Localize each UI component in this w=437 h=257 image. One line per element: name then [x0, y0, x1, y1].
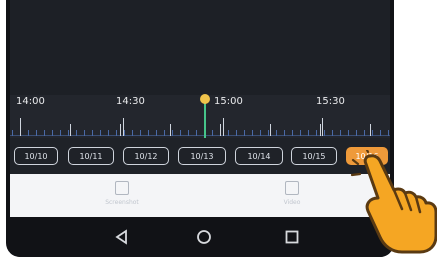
- ruler-baseline: [10, 135, 390, 136]
- bottom-toolbar: Screenshot Video: [10, 174, 390, 217]
- ruler-tick: [196, 130, 197, 136]
- ruler-tick: [276, 130, 277, 136]
- system-navigation-bar: [10, 217, 390, 257]
- ruler-half-tick: [120, 124, 121, 136]
- ruler-tick: [132, 130, 133, 136]
- ruler-tick: [380, 130, 381, 136]
- ruler-tick: [100, 130, 101, 136]
- timeline-label: 14:00: [16, 96, 45, 107]
- date-chip[interactable]: 10/11: [68, 147, 114, 165]
- timeline-ruler[interactable]: [10, 112, 390, 138]
- ruler-tick: [180, 130, 181, 136]
- ruler-tick: [52, 130, 53, 136]
- ruler-tick: [212, 130, 213, 136]
- ruler-tick: [172, 130, 173, 136]
- ruler-tick: [308, 130, 309, 136]
- ruler-tick: [340, 130, 341, 136]
- ruler-tick: [348, 130, 349, 136]
- ruler-tick: [44, 130, 45, 136]
- ruler-major-tick: [223, 118, 224, 136]
- ruler-tick: [84, 130, 85, 136]
- timeline-label: 15:00: [214, 96, 243, 107]
- home-circle-icon[interactable]: [194, 227, 214, 247]
- ruler-tick: [76, 130, 77, 136]
- tapping-hand-icon: [350, 150, 437, 254]
- ruler-tick: [252, 130, 253, 136]
- ruler-tick: [236, 130, 237, 136]
- ruler-half-tick: [70, 124, 71, 136]
- ruler-half-tick: [320, 124, 321, 136]
- ruler-tick: [292, 130, 293, 136]
- ruler-tick: [148, 130, 149, 136]
- date-chip[interactable]: 10/10: [14, 147, 58, 165]
- playhead-line[interactable]: [204, 100, 206, 138]
- ruler-tick: [316, 130, 317, 136]
- ruler-major-tick: [322, 118, 323, 136]
- ruler-major-tick: [20, 118, 21, 136]
- ruler-tick: [188, 130, 189, 136]
- ruler-major-tick: [123, 118, 124, 136]
- recents-square-icon[interactable]: [282, 227, 302, 247]
- screenshot-button[interactable]: Screenshot: [82, 181, 162, 215]
- ruler-tick: [332, 130, 333, 136]
- video-button[interactable]: Video: [252, 181, 332, 215]
- playhead-handle[interactable]: [200, 94, 210, 104]
- ruler-tick: [356, 130, 357, 136]
- ruler-tick: [60, 130, 61, 136]
- date-chip[interactable]: 10/12: [123, 147, 169, 165]
- ruler-tick: [28, 130, 29, 136]
- screenshot-label: Screenshot: [105, 199, 139, 206]
- date-chip[interactable]: 10/15: [291, 147, 337, 165]
- video-icon: [285, 181, 299, 195]
- ruler-tick: [108, 130, 109, 136]
- ruler-half-tick: [270, 124, 271, 136]
- ruler-tick: [284, 130, 285, 136]
- crop-icon: [115, 181, 129, 195]
- video-label: Video: [283, 199, 301, 206]
- ruler-tick: [372, 130, 373, 136]
- ruler-tick: [300, 130, 301, 136]
- ruler-tick: [260, 130, 261, 136]
- playback-screen: 14:00 14:30 15:00 15:30 10/10 10/11 10/1…: [10, 0, 390, 217]
- ruler-tick: [116, 130, 117, 136]
- timeline-label: 15:30: [316, 96, 345, 107]
- ruler-tick: [388, 130, 389, 136]
- date-selector-bar: 10/10 10/11 10/12 10/13 10/14 10/15 10/1…: [10, 138, 390, 174]
- ruler-tick: [12, 130, 13, 136]
- date-chip[interactable]: 10/13: [178, 147, 226, 165]
- ruler-tick: [324, 130, 325, 136]
- video-preview-area[interactable]: [10, 0, 390, 95]
- date-chip[interactable]: 10/14: [235, 147, 283, 165]
- ruler-half-tick: [220, 124, 221, 136]
- ruler-tick: [36, 130, 37, 136]
- ruler-tick: [92, 130, 93, 136]
- ruler-tick: [140, 130, 141, 136]
- ruler-tick: [364, 130, 365, 136]
- ruler-half-tick: [170, 124, 171, 136]
- ruler-tick: [164, 130, 165, 136]
- ruler-half-tick: [370, 124, 371, 136]
- ruler-tick: [268, 130, 269, 136]
- back-triangle-icon[interactable]: [112, 227, 132, 247]
- ruler-tick: [68, 130, 69, 136]
- ruler-tick: [244, 130, 245, 136]
- ruler-tick: [124, 130, 125, 136]
- timeline-label: 14:30: [116, 96, 145, 107]
- ruler-tick: [156, 130, 157, 136]
- ruler-tick: [228, 130, 229, 136]
- phone-frame: 14:00 14:30 15:00 15:30 10/10 10/11 10/1…: [6, 0, 394, 257]
